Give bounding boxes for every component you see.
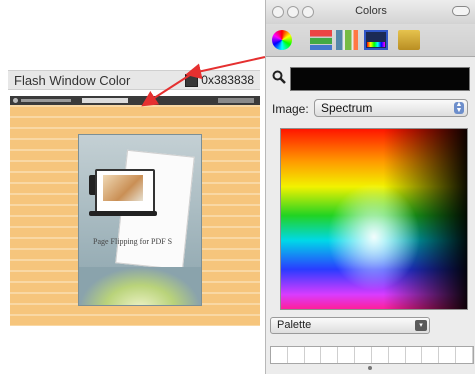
swatch-cell[interactable] <box>405 347 423 363</box>
image-palette-select[interactable]: Spectrum ▲ ▼ <box>314 99 468 117</box>
spectrum-picker[interactable] <box>280 128 468 310</box>
laptop-screen <box>103 175 143 201</box>
colors-panel: Colors Image: Spectrum ▲ ▼ Palette ▾ <box>265 0 475 374</box>
selected-color-row <box>266 64 475 92</box>
image-palettes-icon[interactable] <box>364 30 388 50</box>
updown-arrows-icon: ▲ ▼ <box>454 101 464 114</box>
color-sliders-icon[interactable] <box>310 30 332 50</box>
swatch-cell[interactable] <box>439 347 457 363</box>
swatch-cell[interactable] <box>304 347 322 363</box>
book-cover: Page Flipping for PDF S <box>78 134 202 306</box>
flash-window-color-row[interactable]: Flash Window Color 0x383838 <box>8 70 260 90</box>
color-wheel-icon[interactable] <box>272 30 292 50</box>
laptop-graphic <box>95 169 155 213</box>
preview-toolbar <box>10 96 260 105</box>
colors-toolbar <box>266 24 475 57</box>
resize-handle[interactable] <box>368 366 372 370</box>
preview-search-box <box>82 98 128 103</box>
image-palette-value: Spectrum <box>321 101 373 115</box>
laptop-base <box>89 211 157 216</box>
image-row: Image: Spectrum ▲ ▼ <box>266 98 475 120</box>
color-swatch-tray[interactable] <box>270 346 474 364</box>
toolbar-toggle-icon[interactable] <box>452 6 470 16</box>
panel-title: Colors <box>355 5 387 17</box>
color-palettes-icon[interactable] <box>336 30 358 50</box>
book-wave-graphic <box>79 267 201 305</box>
colors-titlebar: Colors <box>266 0 475 24</box>
swatch-cell[interactable] <box>338 347 356 363</box>
setting-value[interactable]: 0x383838 <box>201 73 260 87</box>
book-caption: Page Flipping for PDF S <box>93 237 173 246</box>
flipbook-preview: Page Flipping for PDF S <box>10 96 260 326</box>
preview-title <box>21 99 71 102</box>
swatch-cell[interactable] <box>355 347 372 363</box>
color-swatch[interactable] <box>185 73 199 87</box>
preview-toolbar-buttons <box>218 98 254 103</box>
swatch-cell[interactable] <box>271 347 288 363</box>
swatch-cell[interactable] <box>321 347 339 363</box>
dropdown-arrow-icon: ▾ <box>415 320 427 331</box>
image-label: Image: <box>272 102 309 116</box>
swatch-cell[interactable] <box>456 347 473 363</box>
swatch-cell[interactable] <box>287 347 305 363</box>
palette-select[interactable]: Palette ▾ <box>270 317 430 334</box>
swatch-cell[interactable] <box>388 347 406 363</box>
swatch-cell[interactable] <box>422 347 440 363</box>
preview-logo-icon <box>13 98 18 103</box>
selected-color-well[interactable] <box>290 67 470 91</box>
crayons-icon[interactable] <box>398 30 420 50</box>
setting-label: Flash Window Color <box>14 72 131 88</box>
swatch-cell[interactable] <box>371 347 389 363</box>
magnifier-icon[interactable] <box>272 70 286 84</box>
palette-row: Palette ▾ <box>266 316 475 336</box>
palette-value: Palette <box>277 319 312 331</box>
settings-panel: Flash Window Color 0x383838 Page Flippin… <box>0 0 265 374</box>
